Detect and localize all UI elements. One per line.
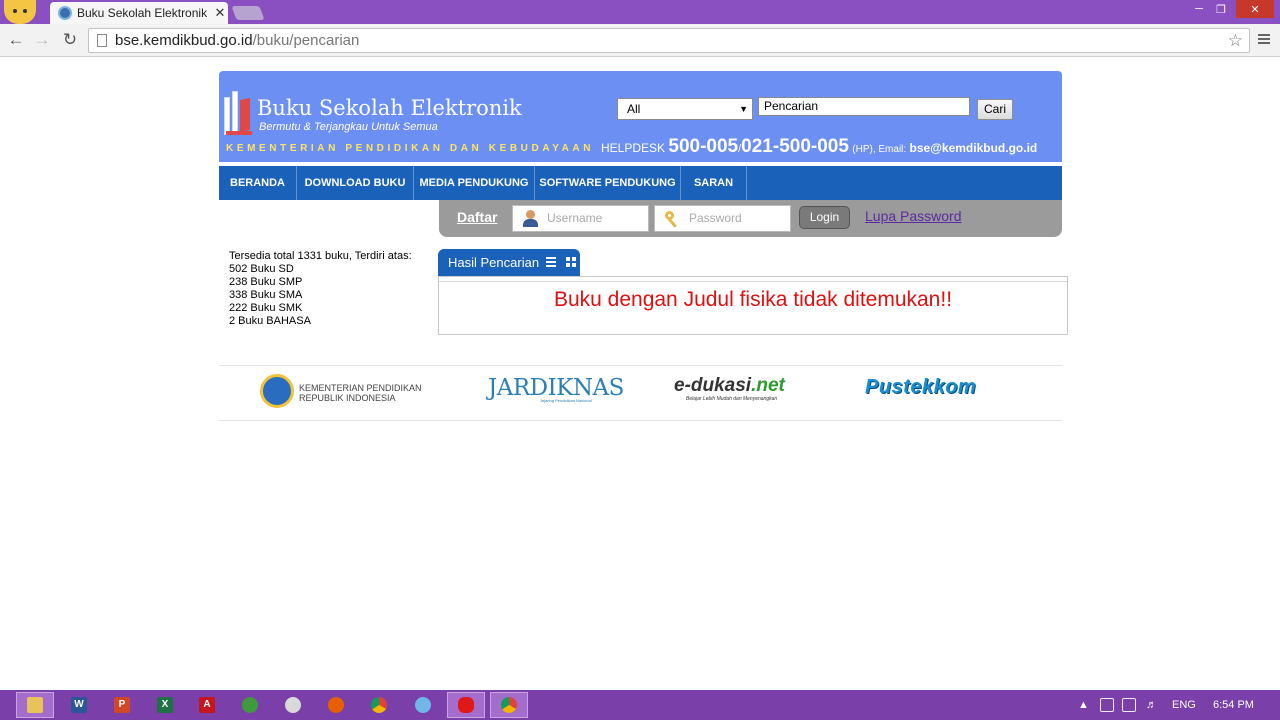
page-icon [97,34,107,47]
helpdesk-phone-1: 500-005 [668,136,739,157]
pustekkom-logo[interactable]: Pustekkom [865,376,976,399]
dropdown-arrow-icon: ▼ [739,104,748,114]
taskbar-red-app-icon[interactable] [447,692,485,718]
footer-divider [219,365,1062,366]
taskbar-powerpoint-icon[interactable]: P [103,692,141,718]
main-nav: BERANDA DOWNLOAD BUKU MEDIA PENDUKUNG SO… [219,166,1062,200]
tab-close-icon[interactable]: ✕ [212,5,228,21]
url-host: bse.kemdikbud.go.id [115,32,253,49]
window-close-button[interactable]: ✕ [1236,0,1274,18]
tray-language[interactable]: ENG [1172,690,1196,720]
kemdikbud-emblem-icon[interactable] [260,374,294,408]
taskbar-app-icon[interactable] [404,692,442,718]
nav-media-pendukung[interactable]: MEDIA PENDUKUNG [414,166,535,200]
tab-buku-sekolah-elektronik[interactable]: Buku Sekolah Elektronik ✕ [50,2,228,24]
kemdikbud-logo-text[interactable]: KEMENTERIAN PENDIDIKAN REPUBLIK INDONESI… [299,383,422,403]
book-stats: Tersedia total 1331 buku, Terdiri atas: … [229,250,412,328]
helpdesk-label: HELPDESK [601,141,666,155]
taskbar-file-explorer-icon[interactable] [16,692,54,718]
kemdikbud-line-2: REPUBLIK INDONESIA [299,393,396,403]
windows-taskbar: W P X A ▲ ♬ ENG 6:54 PM [0,690,1280,720]
tray-show-hidden-icon[interactable]: ▲ [1078,690,1089,720]
search-button[interactable]: Cari [977,99,1013,120]
login-bar: Daftar Username Password Login Lupa Pass… [439,200,1062,237]
login-button[interactable]: Login [799,206,850,229]
address-bar[interactable]: bse.kemdikbud.go.id/buku/pencarian ☆ [88,28,1250,53]
taskbar-acrobat-icon[interactable]: A [188,692,226,718]
site-tagline: Bermutu & Terjangkau Untuk Semua [259,121,438,133]
grid-view-icon[interactable] [566,257,576,267]
stats-item: 502 Buku SD [229,263,294,275]
password-field[interactable]: Password [654,205,791,232]
tray-network-icon[interactable] [1100,698,1114,712]
stats-item: 338 Buku SMA [229,289,303,301]
site-header: Buku Sekolah Elektronik Bermutu & Terjan… [219,71,1062,162]
helpdesk-phone-2: 021-500-005 [741,136,849,157]
result-panel: Buku dengan Judul fisika tidak ditemukan… [438,276,1068,335]
window-maximize-button[interactable]: ❐ [1210,0,1232,18]
key-icon [665,211,681,228]
tab-title: Buku Sekolah Elektronik [77,6,208,20]
bookmark-star-icon[interactable]: ☆ [1228,29,1243,52]
user-icon [522,210,539,227]
stats-item: 238 Buku SMP [229,276,303,288]
back-arrow-icon[interactable]: ← [6,30,26,50]
nav-beranda[interactable]: BERANDA [219,166,297,200]
register-link[interactable]: Daftar [457,209,497,225]
tray-action-center-icon[interactable] [1122,698,1136,712]
username-field[interactable]: Username [512,205,649,232]
search-input[interactable]: Pencarian [758,97,970,116]
browser-mascot-icon [4,0,36,24]
taskbar-chrome-active-icon[interactable] [490,692,528,718]
helpdesk-info: HELPDESK 500-005/021-500-005 (HP), Email… [601,136,1037,158]
helpdesk-hp-label: (HP), Email: [852,144,907,155]
result-tab-label: Hasil Pencarian [448,255,540,270]
url-path: /buku/pencarian [252,32,360,49]
edukasi-logo[interactable]: e-dukasi.net [674,375,785,397]
jardiknas-subtitle: Jejaring Pendidikan Nasional [540,398,592,403]
tray-volume-icon[interactable]: ♬ [1146,690,1157,720]
kemdikbud-line-1: KEMENTERIAN PENDIDIKAN [299,383,422,393]
window-minimize-button[interactable]: ─ [1188,0,1210,18]
forward-arrow-icon[interactable]: → [32,30,52,50]
not-found-message: Buku dengan Judul fisika tidak ditemukan… [553,288,953,311]
tab-hasil-pencarian[interactable]: Hasil Pencarian [438,249,580,276]
nav-software-pendukung[interactable]: SOFTWARE PENDUKUNG [535,166,681,200]
taskbar-word-icon[interactable]: W [60,692,98,718]
nav-download-buku[interactable]: DOWNLOAD BUKU [297,166,414,200]
helpdesk-email[interactable]: bse@kemdikbud.go.id [910,141,1038,155]
taskbar-globe-icon[interactable] [231,692,269,718]
stats-item: 222 Buku SMK [229,302,303,314]
taskbar-excel-icon[interactable]: X [146,692,184,718]
list-view-icon[interactable] [546,257,556,268]
forgot-password-link[interactable]: Lupa Password [865,208,962,224]
site-title[interactable]: Buku Sekolah Elektronik [257,96,522,120]
nav-saran[interactable]: SARAN [681,166,747,200]
browser-menu-icon[interactable] [1256,32,1272,48]
new-tab-button[interactable] [231,6,265,20]
edukasi-tld: .net [751,375,785,396]
stats-item: 2 Buku BAHASA [229,315,311,327]
category-select[interactable]: All ▼ [617,98,753,120]
site-favicon-icon [58,6,72,20]
browser-titlebar: Buku Sekolah Elektronik ✕ ─ ❐ ✕ [0,0,1280,24]
result-content: Buku dengan Judul fisika tidak ditemukan… [439,281,1067,334]
book-logo-icon[interactable] [224,91,252,135]
ministry-name: KEMENTERIAN PENDIDIKAN DAN KEBUDAYAAN [226,143,595,154]
browser-toolbar: ← → ↻ bse.kemdikbud.go.id/buku/pencarian… [0,24,1280,57]
edukasi-subtitle: Belajar Lebih Mudah dan Menyenangkan [686,396,778,402]
taskbar-chrome-icon[interactable] [360,692,398,718]
taskbar-firefox-icon[interactable] [317,692,355,718]
footer-divider [219,420,1062,421]
taskbar-paint-icon[interactable] [274,692,312,718]
edukasi-name: e-dukasi [674,375,752,396]
category-value: All [627,102,641,116]
tray-clock[interactable]: 6:54 PM [1213,690,1254,720]
stats-total: Tersedia total 1331 buku, Terdiri atas: [229,250,412,262]
reload-icon[interactable]: ↻ [60,30,80,50]
